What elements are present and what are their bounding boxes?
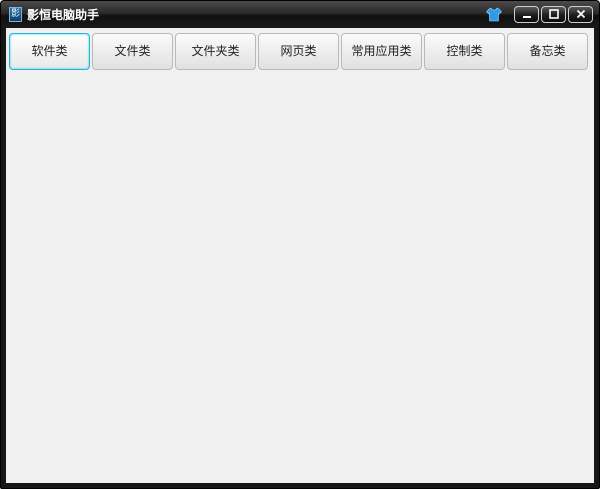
client-area: 软件类 文件类 文件夹类 网页类 常用应用类 控制类 备忘类 bbox=[6, 28, 594, 483]
close-button[interactable] bbox=[568, 6, 593, 23]
category-tabs: 软件类 文件类 文件夹类 网页类 常用应用类 控制类 备忘类 bbox=[9, 33, 591, 70]
app-logo-icon: 影 bbox=[9, 7, 22, 22]
tab-common-apps[interactable]: 常用应用类 bbox=[341, 33, 422, 70]
tab-memos[interactable]: 备忘类 bbox=[507, 33, 588, 70]
close-icon bbox=[576, 9, 585, 19]
window-title: 影恒电脑助手 bbox=[27, 8, 100, 22]
tab-folders[interactable]: 文件夹类 bbox=[175, 33, 256, 70]
minimize-button[interactable] bbox=[514, 6, 539, 23]
title-bar[interactable]: 影 影恒电脑助手 bbox=[1, 1, 599, 28]
shirt-icon[interactable] bbox=[486, 7, 502, 22]
minimize-icon bbox=[522, 16, 531, 18]
tab-controls[interactable]: 控制类 bbox=[424, 33, 505, 70]
tab-files[interactable]: 文件类 bbox=[92, 33, 173, 70]
app-window: 影 影恒电脑助手 软件类 文件类 文件夹类 网页类 常用应用类 控制类 备忘类 bbox=[0, 0, 600, 489]
maximize-button[interactable] bbox=[541, 6, 566, 23]
tab-webpages[interactable]: 网页类 bbox=[258, 33, 339, 70]
maximize-icon bbox=[548, 9, 559, 19]
tab-software[interactable]: 软件类 bbox=[9, 33, 90, 70]
